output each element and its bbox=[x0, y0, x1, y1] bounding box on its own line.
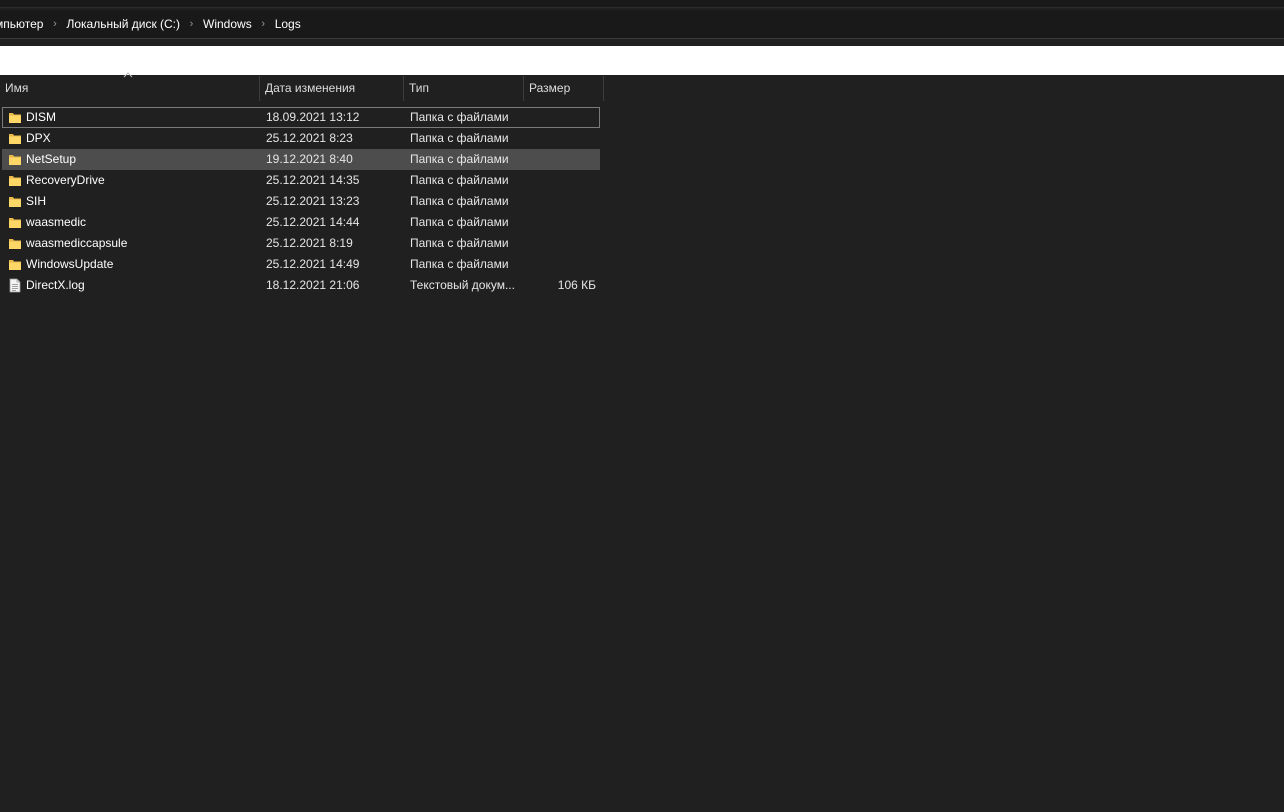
folder-icon bbox=[8, 110, 22, 125]
chevron-right-icon[interactable]: › bbox=[43, 18, 66, 30]
file-date-modified: 18.09.2021 13:12 bbox=[266, 110, 360, 124]
file-row[interactable]: waasmediccapsule 25.12.2021 8:19 Папка с ф… bbox=[2, 233, 600, 254]
folder-icon bbox=[8, 215, 22, 230]
folder-icon bbox=[8, 131, 22, 146]
file-name: waasmediccapsule bbox=[26, 236, 128, 250]
folder-icon bbox=[8, 236, 22, 251]
file-list: DISM 18.09.2021 13:12 Папка с файлами DPX 25… bbox=[2, 107, 600, 296]
file-row[interactable]: DPX 25.12.2021 8:23 Папка с файлами bbox=[2, 128, 600, 149]
file-row[interactable]: RecoveryDrive 25.12.2021 14:35 Папка с фай… bbox=[2, 170, 600, 191]
breadcrumb-item-windows[interactable]: Windows bbox=[203, 17, 252, 31]
file-type: Папка с файлами bbox=[410, 257, 509, 271]
breadcrumb-item-local-disk[interactable]: Локальный диск (C:) bbox=[66, 17, 180, 31]
text-document-icon bbox=[8, 278, 22, 293]
file-date-modified: 19.12.2021 8:40 bbox=[266, 152, 353, 166]
file-type: Папка с файлами bbox=[410, 173, 509, 187]
file-name: WindowsUpdate bbox=[26, 257, 114, 271]
file-row[interactable]: WindowsUpdate 25.12.2021 14:49 Папка с фай… bbox=[2, 254, 600, 275]
file-date-modified: 25.12.2021 14:35 bbox=[266, 173, 360, 187]
blank-white-bar bbox=[0, 46, 1284, 75]
file-date-modified: 25.12.2021 14:44 bbox=[266, 215, 360, 229]
file-date-modified: 25.12.2021 13:23 bbox=[266, 194, 360, 208]
file-row[interactable]: DirectX.log 18.12.2021 21:06 Текстовый док… bbox=[2, 275, 600, 296]
column-header-type[interactable]: Тип bbox=[404, 76, 524, 101]
breadcrumb[interactable]: мпьютер › Локальный диск (C:) › Windows … bbox=[0, 10, 1284, 39]
column-header-size-label: Размер bbox=[529, 81, 571, 95]
file-date-modified: 25.12.2021 14:49 bbox=[266, 257, 360, 271]
column-header-size[interactable]: Размер bbox=[524, 76, 604, 101]
file-name: DPX bbox=[26, 131, 51, 145]
file-row[interactable]: NetSetup 19.12.2021 8:40 Папка с файлами bbox=[2, 149, 600, 170]
column-header-name-label: Имя bbox=[5, 81, 29, 95]
file-type: Папка с файлами bbox=[410, 194, 509, 208]
column-header-row: Имя Дата изменения Тип Размер bbox=[0, 72, 604, 101]
file-date-modified: 25.12.2021 8:23 bbox=[266, 131, 353, 145]
folder-icon bbox=[8, 194, 22, 209]
chevron-right-icon[interactable]: › bbox=[252, 18, 275, 30]
file-row[interactable]: DISM 18.09.2021 13:12 Папка с файлами bbox=[2, 107, 600, 128]
file-date-modified: 18.12.2021 21:06 bbox=[266, 278, 360, 292]
folder-icon bbox=[8, 173, 22, 188]
sort-ascending-icon bbox=[123, 72, 133, 78]
file-name: DISM bbox=[26, 110, 56, 124]
column-header-name[interactable]: Имя bbox=[0, 72, 260, 101]
breadcrumb-item-computer[interactable]: мпьютер bbox=[0, 17, 43, 31]
column-header-date[interactable]: Дата изменения bbox=[260, 76, 404, 101]
chevron-right-icon[interactable]: › bbox=[180, 18, 203, 30]
file-type: Папка с файлами bbox=[410, 215, 509, 229]
folder-icon bbox=[8, 152, 22, 167]
file-type: Папка с файлами bbox=[410, 152, 509, 166]
file-type: Папка с файлами bbox=[410, 110, 509, 124]
file-type: Папка с файлами bbox=[410, 131, 509, 145]
file-size: 106 КБ bbox=[557, 278, 596, 292]
title-bar-strip bbox=[0, 0, 1284, 8]
file-name: waasmedic bbox=[26, 215, 87, 229]
column-header-date-label: Дата изменения bbox=[265, 81, 356, 95]
file-name: DirectX.log bbox=[26, 278, 85, 292]
file-type: Папка с файлами bbox=[410, 236, 509, 250]
file-row[interactable]: SIH 25.12.2021 13:23 Папка с файлами bbox=[2, 191, 600, 212]
file-name: SIH bbox=[26, 194, 47, 208]
folder-icon bbox=[8, 257, 22, 272]
file-name: RecoveryDrive bbox=[26, 173, 105, 187]
file-row[interactable]: waasmedic 25.12.2021 14:44 Папка с файлами bbox=[2, 212, 600, 233]
file-date-modified: 25.12.2021 8:19 bbox=[266, 236, 353, 250]
column-header-type-label: Тип bbox=[409, 81, 430, 95]
breadcrumb-item-logs[interactable]: Logs bbox=[275, 17, 301, 31]
file-type: Текстовый докум... bbox=[410, 278, 515, 292]
file-name: NetSetup bbox=[26, 152, 77, 166]
